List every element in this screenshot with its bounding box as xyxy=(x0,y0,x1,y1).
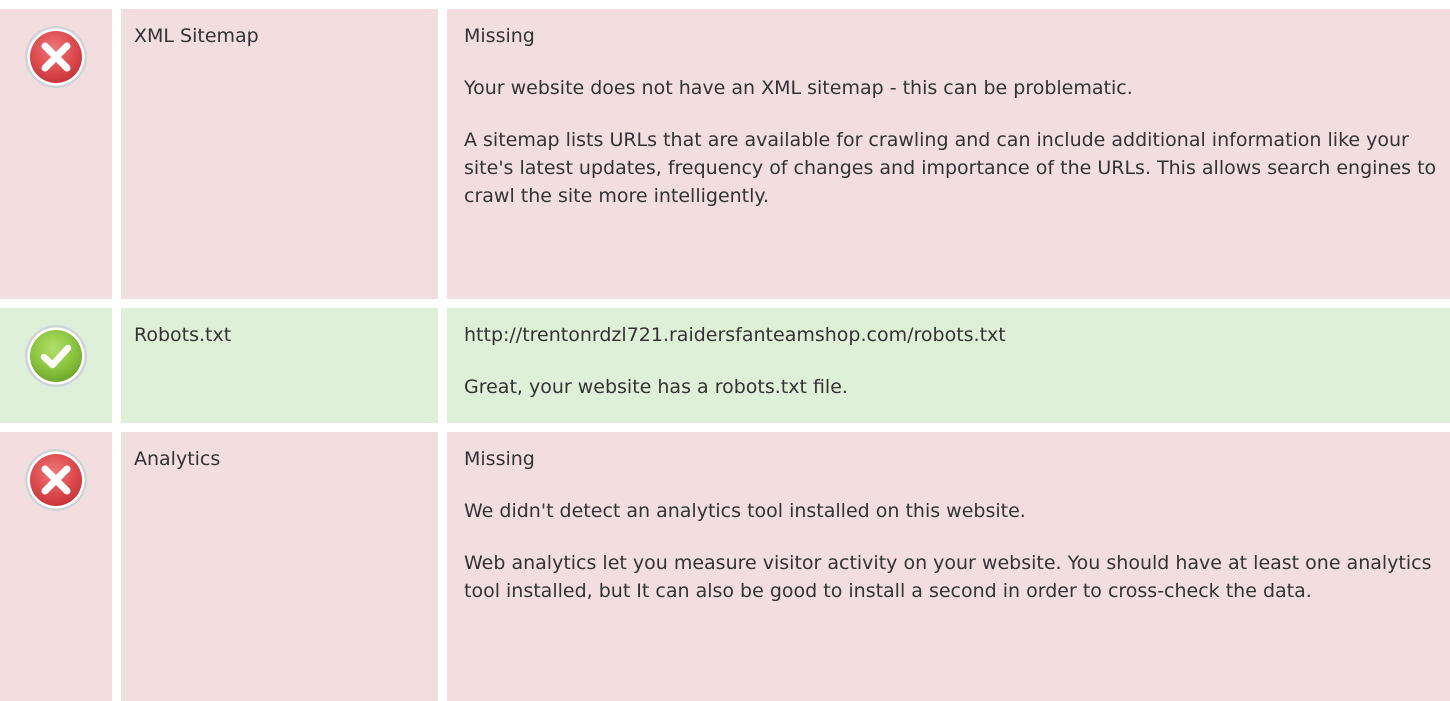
check-details-cell: Missing We didn't detect an analytics to… xyxy=(447,432,1450,701)
report-row-robots-txt: Robots.txt http://trentonrdzl721.raiders… xyxy=(0,308,1450,423)
x-circle-icon xyxy=(25,26,87,88)
check-details-cell: http://trentonrdzl721.raidersfanteamshop… xyxy=(447,308,1450,423)
seo-report-table: XML Sitemap Missing Your website does no… xyxy=(0,0,1450,701)
report-row-xml-sitemap: XML Sitemap Missing Your website does no… xyxy=(0,9,1450,299)
check-name: Analytics xyxy=(134,448,221,470)
check-name: XML Sitemap xyxy=(134,25,259,47)
robots-url: http://trentonrdzl721.raidersfanteamshop… xyxy=(464,324,1006,346)
check-result: Missing xyxy=(464,448,535,470)
x-circle-icon xyxy=(25,449,87,511)
check-name-cell: Robots.txt xyxy=(121,308,438,423)
check-result: Missing xyxy=(464,25,535,47)
check-name-cell: XML Sitemap xyxy=(121,9,438,299)
report-row-analytics: Analytics Missing We didn't detect an an… xyxy=(0,432,1450,701)
status-cell xyxy=(0,308,112,423)
check-details-cell: Missing Your website does not have an XM… xyxy=(447,9,1450,299)
status-cell xyxy=(0,9,112,299)
check-summary: We didn't detect an analytics tool insta… xyxy=(464,500,1026,522)
check-circle-icon xyxy=(25,325,87,387)
check-summary: Your website does not have an XML sitema… xyxy=(464,77,1133,99)
status-cell xyxy=(0,432,112,701)
check-explanation: Web analytics let you measure visitor ac… xyxy=(464,552,1432,602)
check-explanation: A sitemap lists URLs that are available … xyxy=(464,129,1437,207)
check-name: Robots.txt xyxy=(134,324,232,346)
check-name-cell: Analytics xyxy=(121,432,438,701)
check-summary: Great, your website has a robots.txt fil… xyxy=(464,376,848,398)
